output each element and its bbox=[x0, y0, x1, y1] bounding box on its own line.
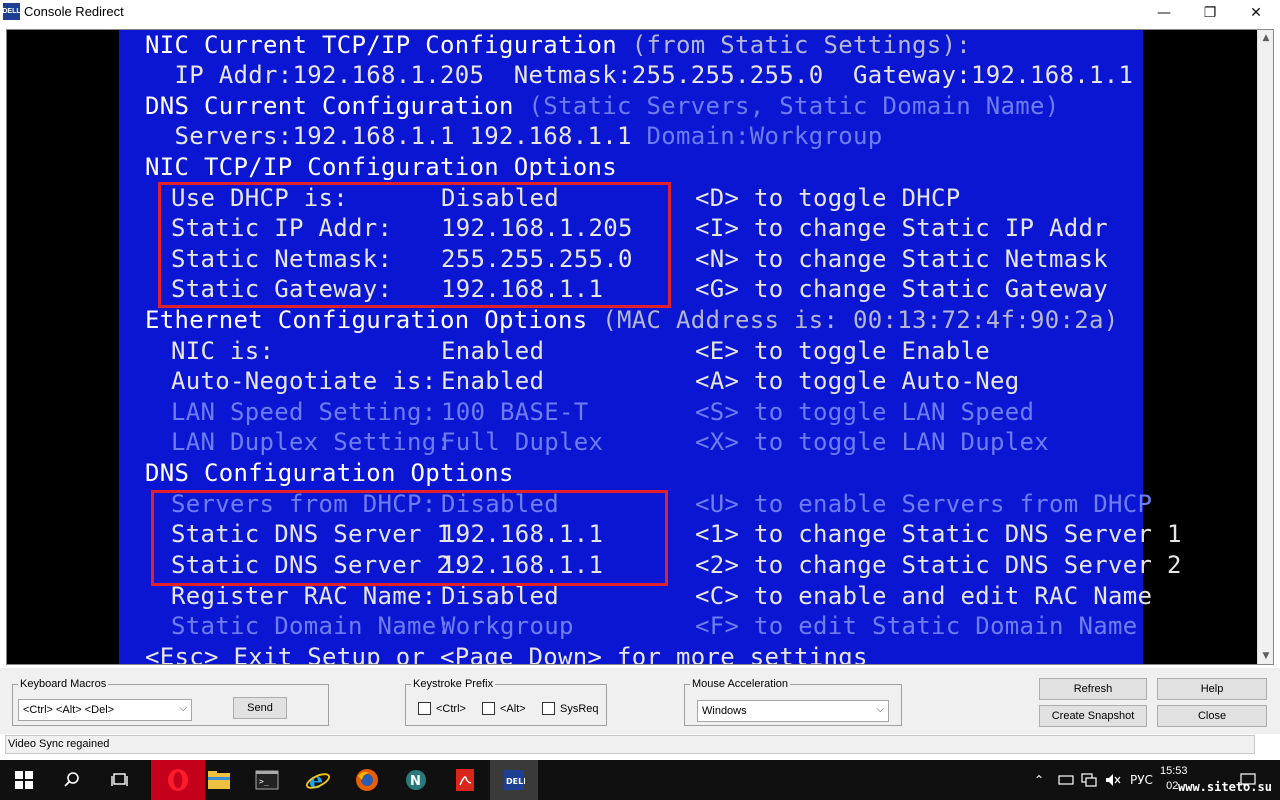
option-hint: <D> to toggle DHCP bbox=[695, 184, 961, 212]
window-title: Console Redirect bbox=[24, 4, 124, 19]
option-hint: <X> to toggle LAN Duplex bbox=[695, 428, 1049, 456]
ethernet-mac-suffix: (MAC Address is: 00:13:72:4f:90:2a) bbox=[587, 306, 1119, 334]
scroll-up-icon[interactable]: ▲ bbox=[1258, 30, 1273, 46]
nic-current-values: IP Addr:192.168.1.205 Netmask:255.255.25… bbox=[145, 61, 1134, 89]
dell-app-icon: DELL bbox=[2, 3, 21, 20]
clock-time: 15:53 bbox=[1160, 765, 1188, 777]
title-bar: DELL Console Redirect — ❐ ✕ bbox=[0, 0, 1280, 26]
vertical-scrollbar[interactable]: ▲ ▼ bbox=[1257, 30, 1273, 664]
checkbox-box[interactable] bbox=[418, 702, 431, 715]
volume-icon[interactable] bbox=[1105, 760, 1121, 800]
option-hint: <N> to change Static Netmask bbox=[695, 245, 1108, 273]
firefox-icon[interactable] bbox=[343, 760, 391, 800]
chevron-down-icon: ⌵ bbox=[179, 703, 187, 714]
nic-current-header: NIC Current TCP/IP Configuration (from S… bbox=[145, 30, 971, 60]
mouse-accel-selected-value: Windows bbox=[702, 705, 747, 717]
option-hint: <U> to enable Servers from DHCP bbox=[695, 490, 1153, 518]
console-viewport[interactable]: NIC Current TCP/IP Configuration (from S… bbox=[6, 29, 1274, 665]
svg-text:>_: >_ bbox=[259, 777, 269, 786]
option-hint: <A> to toggle Auto-Neg bbox=[695, 367, 1020, 395]
sysreq-prefix-label: SysReq bbox=[560, 702, 599, 715]
maximize-button[interactable]: ❐ bbox=[1187, 0, 1233, 26]
internet-explorer-icon[interactable]: e bbox=[294, 760, 342, 800]
scroll-down-icon[interactable]: ▼ bbox=[1258, 648, 1273, 664]
alt-prefix-checkbox[interactable]: <Alt> bbox=[482, 702, 526, 715]
dns-options-title: DNS Configuration Options bbox=[145, 459, 514, 487]
command-prompt-icon[interactable]: >_ bbox=[243, 760, 291, 800]
keyboard-macros-legend: Keyboard Macros bbox=[20, 678, 107, 690]
option-hint: <1> to change Static DNS Server 1 bbox=[695, 520, 1182, 548]
dns-current-header: DNS Current Configuration (Static Server… bbox=[145, 91, 1059, 121]
minimize-button[interactable]: — bbox=[1141, 0, 1187, 26]
option-value: Enabled bbox=[441, 337, 545, 365]
close-button[interactable]: Close bbox=[1157, 705, 1267, 727]
status-text: Video Sync regained bbox=[8, 738, 110, 750]
site-watermark: www.siteto.su bbox=[1178, 780, 1272, 794]
keystroke-prefix-legend: Keystroke Prefix bbox=[413, 678, 494, 690]
bottom-toolbar: Keyboard Macros <Ctrl> <Alt> <Del> ⌵ Sen… bbox=[0, 668, 1280, 734]
search-icon[interactable] bbox=[48, 760, 96, 800]
option-hint: <E> to toggle Enable bbox=[695, 337, 990, 365]
create-snapshot-button[interactable]: Create Snapshot bbox=[1039, 705, 1147, 727]
highlight-box-nic bbox=[158, 182, 671, 308]
nic-current-suffix: (from Static Settings): bbox=[616, 31, 971, 59]
chevron-down-icon: ⌵ bbox=[876, 704, 884, 715]
checkbox-box[interactable] bbox=[542, 702, 555, 715]
nic-current-title: NIC Current TCP/IP Configuration bbox=[145, 31, 617, 59]
dell-console-taskbar-icon[interactable]: DELL bbox=[490, 760, 538, 800]
option-hint: <2> to change Static DNS Server 2 bbox=[695, 551, 1182, 579]
option-label: LAN Speed Setting: bbox=[171, 398, 437, 426]
option-label: NIC is: bbox=[171, 337, 275, 365]
mouse-acceleration-legend: Mouse Acceleration bbox=[692, 678, 788, 690]
nic-options-title: NIC TCP/IP Configuration Options bbox=[145, 153, 617, 181]
task-view-icon[interactable] bbox=[96, 760, 144, 800]
ctrl-prefix-checkbox[interactable]: <Ctrl> bbox=[418, 702, 466, 715]
dns-current-suffix: (Static Servers, Static Domain Name) bbox=[513, 92, 1060, 120]
ctrl-prefix-label: <Ctrl> bbox=[436, 702, 466, 715]
tray-chevron-up-icon[interactable]: ⌃ bbox=[1034, 760, 1044, 800]
bios-console-screen[interactable]: NIC Current TCP/IP Configuration (from S… bbox=[119, 30, 1181, 665]
refresh-button[interactable]: Refresh bbox=[1039, 678, 1147, 700]
network-icon[interactable] bbox=[1081, 760, 1097, 800]
alt-prefix-label: <Alt> bbox=[500, 702, 526, 715]
option-hint: <C> to enable and edit RAC Name bbox=[695, 582, 1153, 610]
highlight-box-dns bbox=[151, 490, 668, 586]
svg-text:N: N bbox=[410, 774, 421, 789]
pdf-reader-icon[interactable] bbox=[441, 760, 489, 800]
option-value: Workgroup bbox=[441, 612, 574, 640]
windows-taskbar: >_ e N DELL ⌃ РУС 15:53 02. bbox=[0, 760, 1280, 800]
start-windows-icon[interactable] bbox=[0, 760, 48, 800]
ethernet-header: Ethernet Configuration Options (MAC Addr… bbox=[145, 305, 1118, 335]
option-label: Static Domain Name: bbox=[171, 612, 452, 640]
status-bar: Video Sync regained bbox=[5, 735, 1255, 754]
close-window-button[interactable]: ✕ bbox=[1233, 0, 1279, 26]
option-hint: <F> to edit Static Domain Name bbox=[695, 612, 1138, 640]
language-indicator[interactable]: РУС bbox=[1130, 760, 1153, 800]
keyboard-macro-select[interactable]: <Ctrl> <Alt> <Del> ⌵ bbox=[18, 699, 192, 721]
option-hint: <G> to change Static Gateway bbox=[695, 275, 1108, 303]
checkbox-box[interactable] bbox=[482, 702, 495, 715]
file-explorer-icon[interactable] bbox=[195, 760, 243, 800]
tray-device-icon[interactable] bbox=[1058, 760, 1074, 800]
dns-servers-line: Servers:192.168.1.1 192.168.1.1 bbox=[145, 122, 632, 150]
dns-domain: Domain:Workgroup bbox=[646, 122, 883, 150]
dns-current-values: Servers:192.168.1.1 192.168.1.1 Domain:W… bbox=[145, 121, 882, 151]
mouse-acceleration-select[interactable]: Windows ⌵ bbox=[697, 700, 889, 722]
option-value: 100 BASE-T bbox=[441, 398, 589, 426]
send-button[interactable]: Send bbox=[233, 697, 287, 719]
option-value: Full Duplex bbox=[441, 428, 604, 456]
option-label: Auto-Negotiate is: bbox=[171, 367, 437, 395]
ethernet-title: Ethernet Configuration Options bbox=[145, 306, 588, 334]
sysreq-prefix-checkbox[interactable]: SysReq bbox=[542, 702, 599, 715]
option-value: Enabled bbox=[441, 367, 545, 395]
network-app-icon[interactable]: N bbox=[392, 760, 440, 800]
svg-text:DELL: DELL bbox=[506, 777, 525, 786]
macro-selected-value: <Ctrl> <Alt> <Del> bbox=[23, 704, 115, 716]
console-footer: <Esc> Exit Setup or <Page Down> for more… bbox=[145, 643, 868, 665]
dns-current-title: DNS Current Configuration bbox=[145, 92, 514, 120]
option-label: LAN Duplex Setting: bbox=[171, 428, 452, 456]
option-hint: <I> to change Static IP Addr bbox=[695, 214, 1108, 242]
option-hint: <S> to toggle LAN Speed bbox=[695, 398, 1035, 426]
help-button[interactable]: Help bbox=[1157, 678, 1267, 700]
